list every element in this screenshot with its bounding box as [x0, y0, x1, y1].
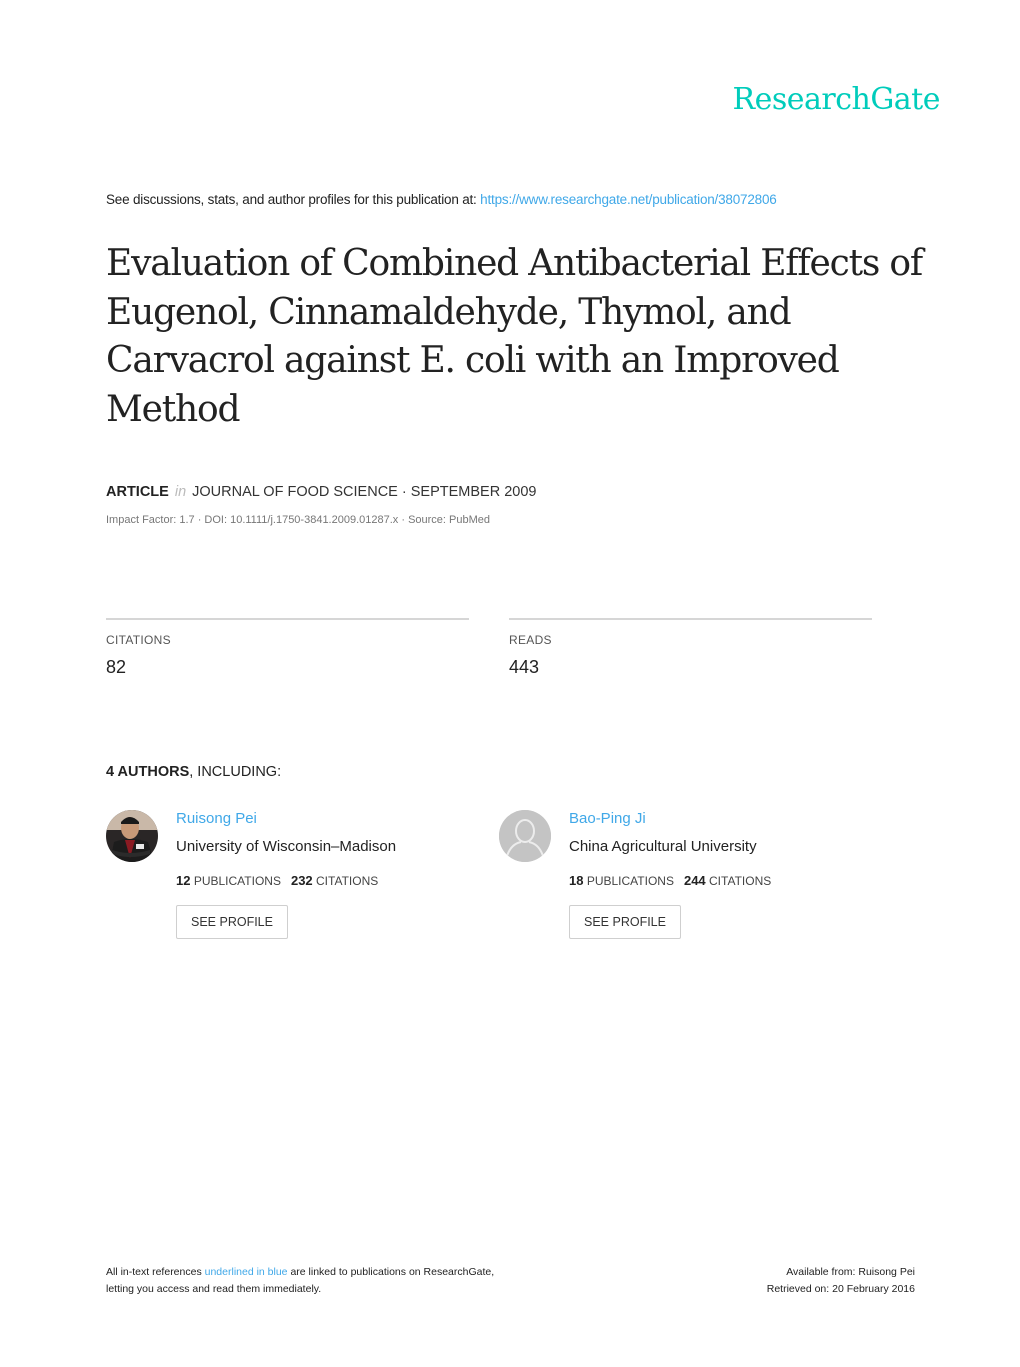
- author-publications-label: PUBLICATIONS: [193, 874, 281, 888]
- footer-note-prefix: All in-text references: [106, 1266, 205, 1278]
- researchgate-logo[interactable]: ResearchGate: [732, 82, 940, 117]
- footer-note-suffix: are linked to publications on ResearchGa…: [287, 1266, 495, 1278]
- footer-underlined-blue: underlined in blue: [204, 1266, 288, 1278]
- authors-count: 4 AUTHORS: [106, 764, 190, 780]
- citations-value: 82: [106, 657, 127, 677]
- author-publications-label: PUBLICATIONS: [586, 874, 674, 888]
- citations-divider: [106, 618, 469, 620]
- author-institution: China Agricultural University: [569, 838, 757, 855]
- author-publications-count: 12: [176, 873, 191, 888]
- see-profile-button[interactable]: SEE PROFILE: [569, 905, 681, 939]
- reads-value: 443: [509, 657, 540, 677]
- see-discussions-line: See discussions, stats, and author profi…: [106, 192, 777, 207]
- article-meta: ARTICLE in JOURNAL OF FOOD SCIENCE · SEPTE…: [106, 484, 536, 500]
- author-citations-count: 232: [290, 873, 313, 888]
- article-details: Impact Factor: 1.7 · DOI: 10.1111/j.1750…: [106, 514, 491, 526]
- author-citations-count: 244: [683, 873, 706, 888]
- article-title: Evaluation of Combined Antibacterial Eff…: [106, 243, 923, 430]
- author-citations-label: CITATIONS: [316, 874, 379, 888]
- author-avatar-default[interactable]: [499, 810, 551, 862]
- author-citations-label: CITATIONS: [709, 874, 772, 888]
- footer-note-line2: letting you access and read them immedia…: [106, 1283, 322, 1295]
- author-name-link[interactable]: Bao-Ping Ji: [569, 810, 646, 827]
- author-institution: University of Wisconsin–Madison: [176, 838, 397, 855]
- publication-url-link[interactable]: https://www.researchgate.net/publication…: [480, 192, 777, 207]
- reads-label: READS: [509, 633, 552, 647]
- author-stats: 12 PUBLICATIONS 232 CITATIONS: [176, 873, 378, 888]
- available-from: Available from: Ruisong Pei: [786, 1266, 915, 1278]
- author-avatar-photo[interactable]: [106, 810, 158, 862]
- reads-divider: [509, 618, 872, 620]
- author-name-link[interactable]: Ruisong Pei: [176, 810, 257, 827]
- authors-including: , INCLUDING:: [189, 764, 282, 780]
- author-publications-count: 18: [569, 873, 584, 888]
- see-profile-button[interactable]: SEE PROFILE: [176, 905, 288, 939]
- author-stats: 18 PUBLICATIONS 244 CITATIONS: [569, 873, 771, 888]
- article-type: ARTICLE: [106, 484, 169, 500]
- footer-availability: Available from: Ruisong Pei Retrieved on…: [767, 1264, 915, 1298]
- in-word: in: [174, 484, 187, 500]
- citations-label: CITATIONS: [106, 633, 171, 647]
- avatar-photo-icon: [106, 810, 158, 862]
- footer-note: All in-text references underlined in blu…: [106, 1264, 494, 1298]
- default-person-icon: [499, 810, 551, 862]
- authors-heading: 4 AUTHORS, INCLUDING:: [106, 764, 281, 780]
- journal-date: JOURNAL OF FOOD SCIENCE · SEPTEMBER 2009: [192, 484, 537, 500]
- retrieved-on: Retrieved on: 20 February 2016: [766, 1283, 915, 1295]
- see-discussions-text: See discussions, stats, and author profi…: [106, 192, 481, 207]
